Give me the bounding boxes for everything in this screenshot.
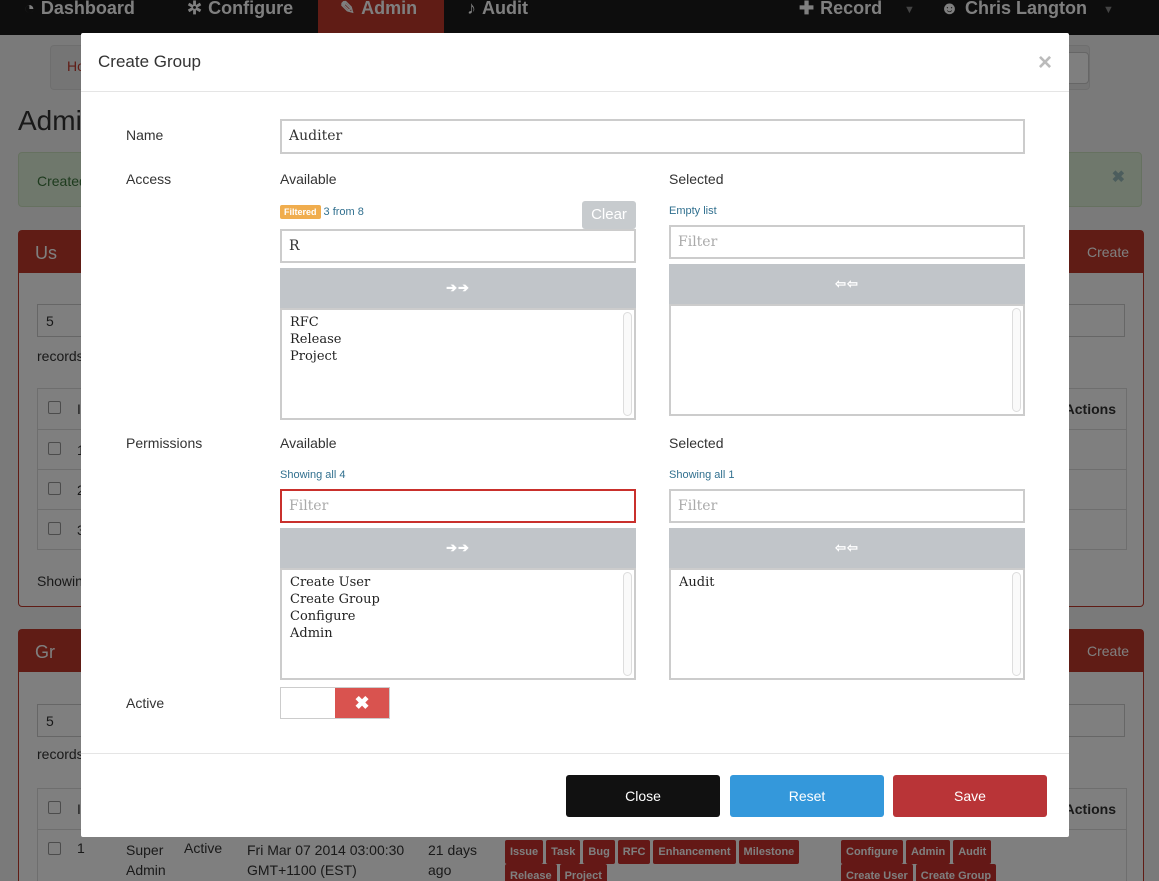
access-selected-heading: Selected: [669, 171, 724, 187]
modal-header: Create Group ×: [81, 33, 1069, 92]
access-selected-info: Empty list: [669, 205, 717, 217]
scrollbar[interactable]: [623, 312, 632, 416]
active-label: Active: [126, 695, 165, 711]
permissions-selected-filter[interactable]: Filter: [669, 489, 1025, 523]
access-available-heading: Available: [280, 171, 337, 187]
modal-title: Create Group: [98, 52, 201, 71]
list-item[interactable]: Create Group: [290, 591, 626, 608]
access-selected-list[interactable]: [669, 304, 1025, 416]
access-available-info: Filtered 3 from 8: [280, 205, 364, 219]
list-item[interactable]: Create User: [290, 574, 626, 591]
list-item[interactable]: Admin: [290, 625, 626, 642]
permissions-available-heading: Available: [280, 435, 337, 451]
access-label: Access: [126, 171, 172, 187]
access-available-list[interactable]: RFC Release Project: [280, 308, 636, 420]
close-button[interactable]: Close: [566, 775, 720, 817]
toggle-off-icon: ✖: [335, 688, 389, 718]
list-item[interactable]: Project: [290, 348, 626, 365]
reset-button[interactable]: Reset: [730, 775, 884, 817]
scrollbar[interactable]: [1012, 572, 1021, 676]
list-item[interactable]: Configure: [290, 608, 626, 625]
access-move-all-right-button[interactable]: ➔➔: [280, 268, 636, 308]
name-input[interactable]: Auditer: [280, 119, 1025, 154]
active-toggle[interactable]: ✖: [280, 687, 390, 719]
modal-footer: Close Reset Save: [81, 753, 1069, 837]
list-item[interactable]: Release: [290, 331, 626, 348]
filtered-badge: Filtered: [280, 205, 321, 219]
permissions-move-all-left-button[interactable]: ⇦⇦: [669, 528, 1025, 568]
access-available-filter[interactable]: R: [280, 229, 636, 263]
close-icon[interactable]: ×: [1038, 51, 1052, 75]
create-group-modal: Create Group × Name Auditer Access Avail…: [81, 33, 1069, 837]
permissions-available-filter[interactable]: Filter: [280, 489, 636, 523]
name-label: Name: [126, 127, 164, 143]
list-item[interactable]: Audit: [679, 574, 1015, 591]
permissions-move-all-right-button[interactable]: ➔➔: [280, 528, 636, 568]
permissions-selected-info: Showing all 1: [669, 469, 735, 481]
scrollbar[interactable]: [1012, 308, 1021, 412]
access-clear-filter-button[interactable]: Clear: [582, 201, 636, 229]
access-move-all-left-button[interactable]: ⇦⇦: [669, 264, 1025, 304]
permissions-available-list[interactable]: Create User Create Group Configure Admin: [280, 568, 636, 680]
scrollbar[interactable]: [623, 572, 632, 676]
save-button[interactable]: Save: [893, 775, 1047, 817]
list-item[interactable]: RFC: [290, 314, 626, 331]
permissions-label: Permissions: [126, 435, 203, 451]
permissions-selected-list[interactable]: Audit: [669, 568, 1025, 680]
filtered-count: 3 from 8: [323, 206, 364, 218]
permissions-selected-heading: Selected: [669, 435, 724, 451]
permissions-available-info: Showing all 4: [280, 469, 346, 481]
access-selected-filter[interactable]: Filter: [669, 225, 1025, 259]
